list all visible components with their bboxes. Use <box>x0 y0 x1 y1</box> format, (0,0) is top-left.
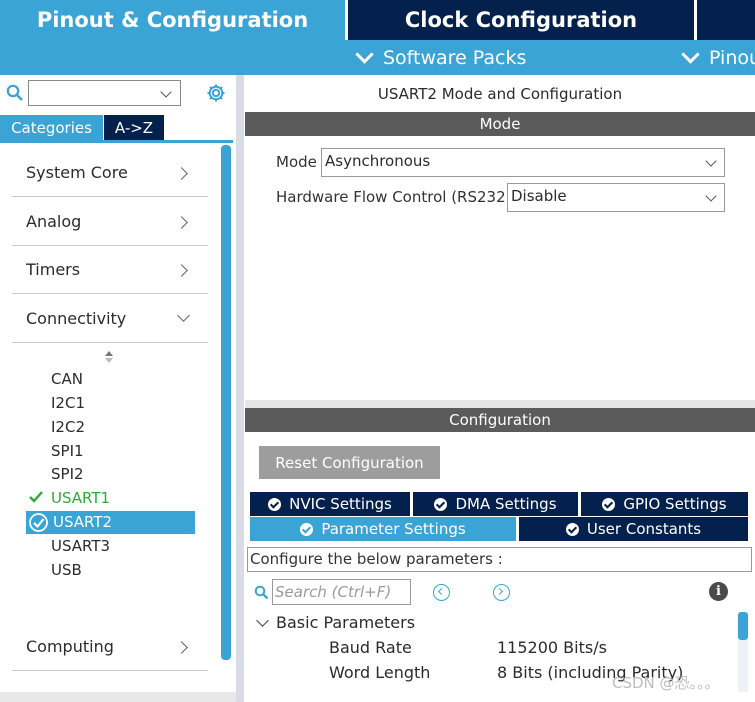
chevron-down-icon <box>160 86 172 98</box>
tab-nvic-settings[interactable]: NVIC Settings <box>250 492 410 516</box>
tab-clock-configuration[interactable]: Clock Configuration <box>348 0 694 40</box>
tab-parameter-settings[interactable]: Parameter Settings <box>250 517 516 541</box>
configuration-section-header: Configuration <box>245 408 755 432</box>
chevron-down-icon <box>705 155 717 167</box>
tab-label: Parameter Settings <box>321 520 466 538</box>
periph-spi1[interactable]: SPI1 <box>51 440 84 462</box>
param-name: Baud Rate <box>329 638 412 657</box>
periph-usart2[interactable]: USART2 <box>53 511 112 533</box>
category-label: Timers <box>26 260 81 279</box>
check-circle-icon <box>29 513 48 532</box>
chevron-left-icon <box>437 587 446 596</box>
category-timers[interactable]: Timers <box>12 247 208 294</box>
flow-control-label: Hardware Flow Control (RS232) <box>276 188 512 206</box>
tab-label: Clock Configuration <box>404 8 638 32</box>
category-label: Computing <box>26 637 114 656</box>
top-tab-bar: Pinout & Configuration Clock Configurati… <box>0 0 755 40</box>
flow-control-value: Disable <box>511 187 567 205</box>
section-gap <box>245 400 755 408</box>
periph-spi2[interactable]: SPI2 <box>51 463 84 485</box>
flow-control-select[interactable]: Disable <box>507 183 725 212</box>
periph-usart1[interactable]: USART1 <box>51 487 110 509</box>
watermark-text: CSDN @恐。。。 <box>612 674 720 692</box>
sidebar-scrollbar[interactable] <box>221 145 231 660</box>
chevron-down-icon[interactable] <box>256 614 269 627</box>
tab-categories[interactable]: Categories <box>0 115 103 140</box>
pinout-menu[interactable]: Pinout <box>681 40 755 75</box>
chevron-down-icon <box>355 45 374 64</box>
category-label: Connectivity <box>26 309 127 328</box>
param-name: Word Length <box>329 663 431 682</box>
tab-dma-settings[interactable]: DMA Settings <box>413 492 578 516</box>
chevron-right-icon <box>495 587 504 596</box>
software-packs-menu[interactable]: Software Packs <box>355 40 527 75</box>
tab-label: DMA Settings <box>455 495 557 513</box>
pinout-menu-label: Pinout <box>709 46 755 69</box>
tab-label: GPIO Settings <box>623 495 727 513</box>
tab-user-constants[interactable]: User Constants <box>519 517 748 541</box>
category-computing[interactable]: Computing <box>12 624 208 671</box>
chevron-right-icon <box>175 264 188 277</box>
tab-az-label: A->Z <box>114 118 154 137</box>
periph-i2c1[interactable]: I2C1 <box>51 392 85 414</box>
check-circle-icon <box>602 497 616 511</box>
periph-i2c2[interactable]: I2C2 <box>51 416 85 438</box>
reset-configuration-button[interactable]: Reset Configuration <box>259 446 440 479</box>
search-icon[interactable] <box>6 84 24 102</box>
pane-splitter[interactable] <box>236 75 244 702</box>
chevron-down-icon <box>177 309 190 322</box>
chevron-right-icon <box>175 216 188 229</box>
tab-categories-label: Categories <box>11 118 92 137</box>
sub-menu-bar: Software Packs Pinout <box>0 40 755 75</box>
tab-a-z[interactable]: A->Z <box>104 115 164 140</box>
next-match-icon[interactable] <box>493 584 510 601</box>
chevron-right-icon <box>175 641 188 654</box>
chevron-down-icon <box>705 190 717 202</box>
gear-icon[interactable] <box>205 82 227 104</box>
sidebar-bottom-edge <box>0 692 236 702</box>
panel-title: USART2 Mode and Configuration <box>377 85 623 103</box>
sort-icon[interactable] <box>104 350 114 364</box>
category-analog[interactable]: Analog <box>12 199 208 246</box>
periph-usb[interactable]: USB <box>51 559 82 581</box>
mode-select-value: Asynchronous <box>325 152 431 170</box>
mode-section-header: Mode <box>245 112 755 136</box>
category-connectivity[interactable]: Connectivity <box>12 296 208 343</box>
category-search-input[interactable] <box>28 80 181 106</box>
check-circle-icon <box>434 497 448 511</box>
tab-pinout-configuration[interactable]: Pinout & Configuration <box>0 0 345 40</box>
group-basic-parameters[interactable]: Basic Parameters <box>276 613 415 632</box>
chevron-right-icon <box>175 167 188 180</box>
configure-instructions: Configure the below parameters : <box>247 547 752 572</box>
check-circle-icon <box>300 522 314 536</box>
category-label: Analog <box>26 212 82 231</box>
parameter-scrollbar[interactable] <box>738 612 748 640</box>
periph-usart3[interactable]: USART3 <box>51 535 110 557</box>
parameter-search-input[interactable]: Search (Ctrl+F) <box>272 579 411 605</box>
category-label: System Core <box>26 163 128 182</box>
check-icon <box>29 491 43 503</box>
search-icon <box>254 585 269 600</box>
previous-match-icon[interactable] <box>433 584 450 601</box>
scrollbar-track <box>738 640 748 692</box>
category-system-core[interactable]: System Core <box>12 150 208 197</box>
check-circle-icon <box>565 522 579 536</box>
tab-label: Pinout & Configuration <box>36 8 309 32</box>
chevron-down-icon <box>681 45 700 64</box>
tab-underline <box>0 140 233 143</box>
mode-select[interactable]: Asynchronous <box>321 148 725 177</box>
check-circle-icon <box>268 497 282 511</box>
mode-label: Mode <box>276 153 317 171</box>
software-packs-label: Software Packs <box>383 46 527 69</box>
tab-label: User Constants <box>586 520 702 538</box>
periph-can[interactable]: CAN <box>51 368 83 390</box>
info-icon[interactable]: i <box>709 582 728 601</box>
tab-overflow[interactable] <box>697 0 755 40</box>
tab-gpio-settings[interactable]: GPIO Settings <box>581 492 748 516</box>
param-value[interactable]: 115200 Bits/s <box>497 638 607 657</box>
tab-label: NVIC Settings <box>289 495 392 513</box>
